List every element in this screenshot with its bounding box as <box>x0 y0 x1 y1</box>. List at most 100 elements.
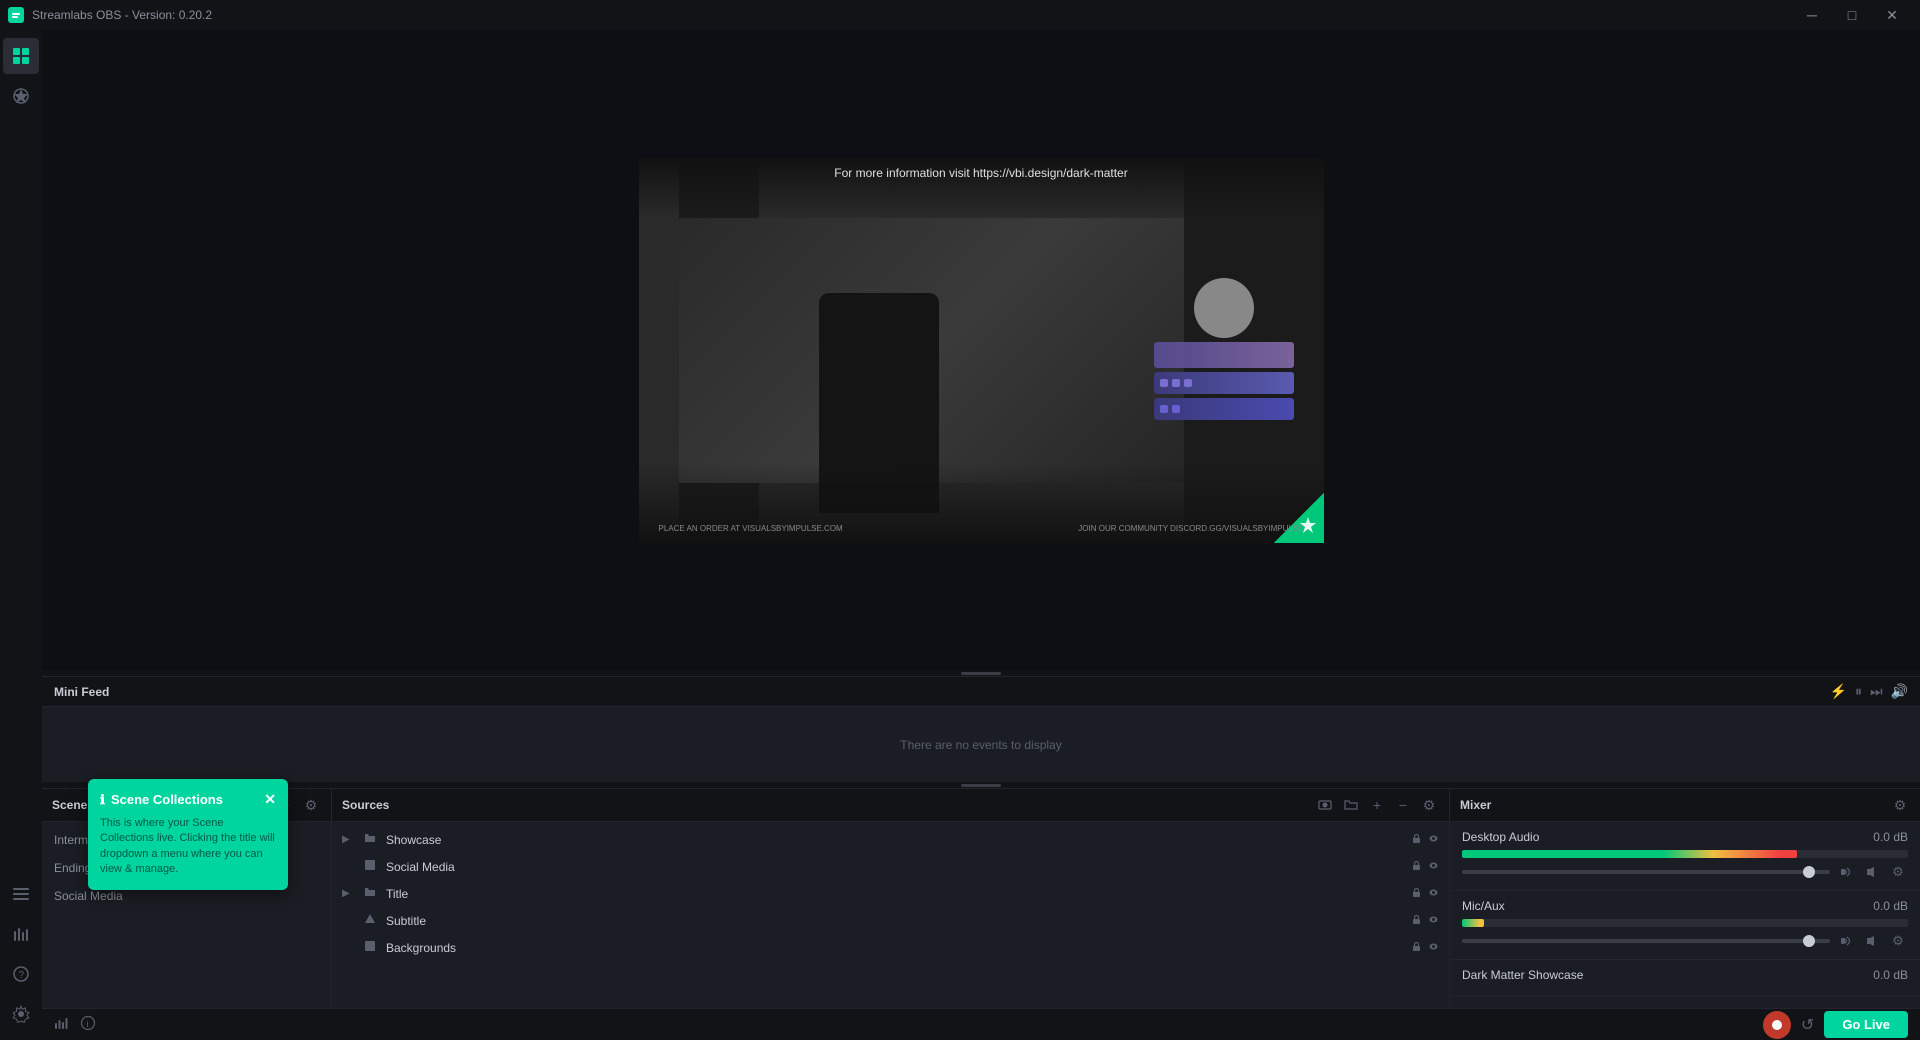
resize-handle-bar <box>961 672 1001 675</box>
source-name-title: Title <box>386 887 1403 901</box>
no-events-text: There are no events to display <box>900 738 1061 752</box>
sources-header-buttons: + − ⚙ <box>1315 795 1439 815</box>
minifeed-filter-button[interactable]: ⚡ <box>1830 683 1847 700</box>
minifeed-volume-button[interactable]: 🔊 <box>1891 683 1908 700</box>
bottom-panels: ℹ Scene Collections ✕ This is where your… <box>42 788 1920 1008</box>
source-lock-title[interactable] <box>1411 887 1422 901</box>
sidebar-item-studio[interactable] <box>3 38 39 74</box>
mixer-desktop-name: Desktop Audio <box>1462 830 1539 844</box>
sources-camera-button[interactable] <box>1315 795 1335 815</box>
source-lock-backgrounds[interactable] <box>1411 941 1422 955</box>
sidebar-item-settings[interactable] <box>3 996 39 1032</box>
sources-header: Sources + <box>332 789 1449 822</box>
source-visibility-social-media[interactable] <box>1428 860 1439 874</box>
maximize-button[interactable]: □ <box>1832 0 1872 30</box>
minifeed-controls: ⚡ ⏸ ⏭ 🔊 <box>1830 683 1908 700</box>
source-visibility-backgrounds[interactable] <box>1428 941 1439 955</box>
mixer-desktop-controls: ⚙ <box>1462 862 1908 882</box>
source-icon-social-media <box>362 859 378 874</box>
mixer-mic-fader[interactable] <box>1462 939 1830 943</box>
source-name-subtitle: Subtitle <box>386 914 1403 928</box>
performance-icon[interactable] <box>54 1015 70 1034</box>
minifeed-pause-button[interactable]: ⏸ <box>1855 683 1862 700</box>
source-name-showcase: Showcase <box>386 833 1403 847</box>
titlebar-left: Streamlabs OBS - Version: 0.20.2 <box>8 7 212 23</box>
source-lock-social-media[interactable] <box>1411 860 1422 874</box>
mixer-mic-toggle-btn[interactable] <box>1836 931 1856 951</box>
mixer-desktop-level-bar <box>1462 850 1908 858</box>
reset-icon[interactable]: ↺ <box>1801 1015 1814 1035</box>
record-button[interactable] <box>1763 1011 1791 1039</box>
minimize-button[interactable]: ─ <box>1792 0 1832 30</box>
sources-folder-button[interactable] <box>1341 795 1361 815</box>
sources-settings-button[interactable]: ⚙ <box>1419 795 1439 815</box>
mixer-channel-dark-matter-header: Dark Matter Showcase 0.0 dB <box>1462 968 1908 982</box>
source-visibility-subtitle[interactable] <box>1428 914 1439 928</box>
mixer-mic-mute-btn[interactable] <box>1862 931 1882 951</box>
source-controls-title <box>1411 887 1439 901</box>
sidebar-item-themes[interactable] <box>3 78 39 114</box>
sources-remove-button[interactable]: − <box>1393 795 1413 815</box>
sidebar-item-scenes-nav[interactable] <box>3 876 39 912</box>
scene-collections-popup: ℹ Scene Collections ✕ This is where your… <box>88 779 288 890</box>
sidebar-item-help[interactable]: ? <box>3 956 39 992</box>
game-text-left: PLACE AN ORDER AT VISUALSBYIMPULSE.COM <box>659 524 843 533</box>
mixer-desktop-mute-btn[interactable] <box>1862 862 1882 882</box>
sc-popup-title: ℹ Scene Collections <box>100 792 223 808</box>
source-item-title[interactable]: ▶ Title <box>332 880 1449 907</box>
sidebar: ? <box>0 30 42 1040</box>
info-icon[interactable]: i <box>80 1015 96 1034</box>
scenes-panel: ℹ Scene Collections ✕ This is where your… <box>42 789 332 1008</box>
mixer-desktop-fader[interactable] <box>1462 870 1830 874</box>
source-item-backgrounds[interactable]: ▶ Backgrounds <box>332 934 1449 961</box>
mixer-panel: Mixer ⚙ Desktop Audio 0.0 dB <box>1450 789 1920 1008</box>
profile-bar-3 <box>1154 398 1294 420</box>
scenes-settings-button[interactable]: ⚙ <box>301 795 321 815</box>
mixer-panel-title: Mixer <box>1460 798 1491 812</box>
sources-panel-title: Sources <box>342 798 389 812</box>
source-icon-backgrounds <box>362 940 378 955</box>
go-live-button[interactable]: Go Live <box>1824 1011 1908 1038</box>
app-logo <box>8 7 24 23</box>
preview-canvas: For more information visit https://vbi.d… <box>639 158 1324 543</box>
source-controls-backgrounds <box>1411 941 1439 955</box>
sources-add-button[interactable]: + <box>1367 795 1387 815</box>
sidebar-item-mixer-nav[interactable] <box>3 916 39 952</box>
mixer-channel-dark-matter: Dark Matter Showcase 0.0 dB <box>1450 960 1920 997</box>
source-item-showcase[interactable]: ▶ Showcase <box>332 826 1449 853</box>
source-visibility-showcase[interactable] <box>1428 833 1439 847</box>
mixer-mic-fader-thumb[interactable] <box>1803 935 1815 947</box>
sc-popup-close-button[interactable]: ✕ <box>264 791 276 808</box>
mixer-desktop-fader-thumb[interactable] <box>1803 866 1815 878</box>
mixer-desktop-settings-btn[interactable]: ⚙ <box>1888 862 1908 882</box>
minifeed-header: Mini Feed ⚡ ⏸ ⏭ 🔊 <box>42 677 1920 707</box>
sc-info-icon: ℹ <box>100 792 105 808</box>
source-folder-icon-showcase <box>362 832 378 847</box>
mixer-mic-settings-btn[interactable]: ⚙ <box>1888 931 1908 951</box>
status-bar: i ↺ Go Live <box>42 1008 1920 1040</box>
sources-panel: Sources + <box>332 789 1450 1008</box>
source-lock-showcase[interactable] <box>1411 833 1422 847</box>
source-lock-subtitle[interactable] <box>1411 914 1422 928</box>
profile-avatar <box>1194 278 1254 338</box>
source-visibility-title[interactable] <box>1428 887 1439 901</box>
main-content: For more information visit https://vbi.d… <box>42 30 1920 1040</box>
minifeed-skip-button[interactable]: ⏭ <box>1870 683 1883 700</box>
source-chevron-showcase: ▶ <box>342 834 354 845</box>
preview-area: For more information visit https://vbi.d… <box>42 30 1920 670</box>
mixer-settings-button[interactable]: ⚙ <box>1890 795 1910 815</box>
game-bottom-text: PLACE AN ORDER AT VISUALSBYIMPULSE.COM J… <box>639 524 1324 533</box>
sources-list: ▶ Showcase <box>332 822 1449 1008</box>
source-controls-showcase <box>1411 833 1439 847</box>
mixer-desktop-volume: 0.0 dB <box>1873 830 1908 844</box>
source-item-subtitle[interactable]: ▶ Subtitle <box>332 907 1449 934</box>
close-button[interactable]: ✕ <box>1872 0 1912 30</box>
svg-text:?: ? <box>19 970 25 981</box>
preview-url-text: For more information visit https://vbi.d… <box>834 166 1127 180</box>
app-body: ? For m <box>0 30 1920 1040</box>
source-item-social-media[interactable]: ▶ Social Media <box>332 853 1449 880</box>
mixer-header: Mixer ⚙ <box>1450 789 1920 822</box>
mixer-desktop-toggle-btn[interactable] <box>1836 862 1856 882</box>
source-name-social-media: Social Media <box>386 860 1403 874</box>
mixer-mic-controls: ⚙ <box>1462 931 1908 951</box>
